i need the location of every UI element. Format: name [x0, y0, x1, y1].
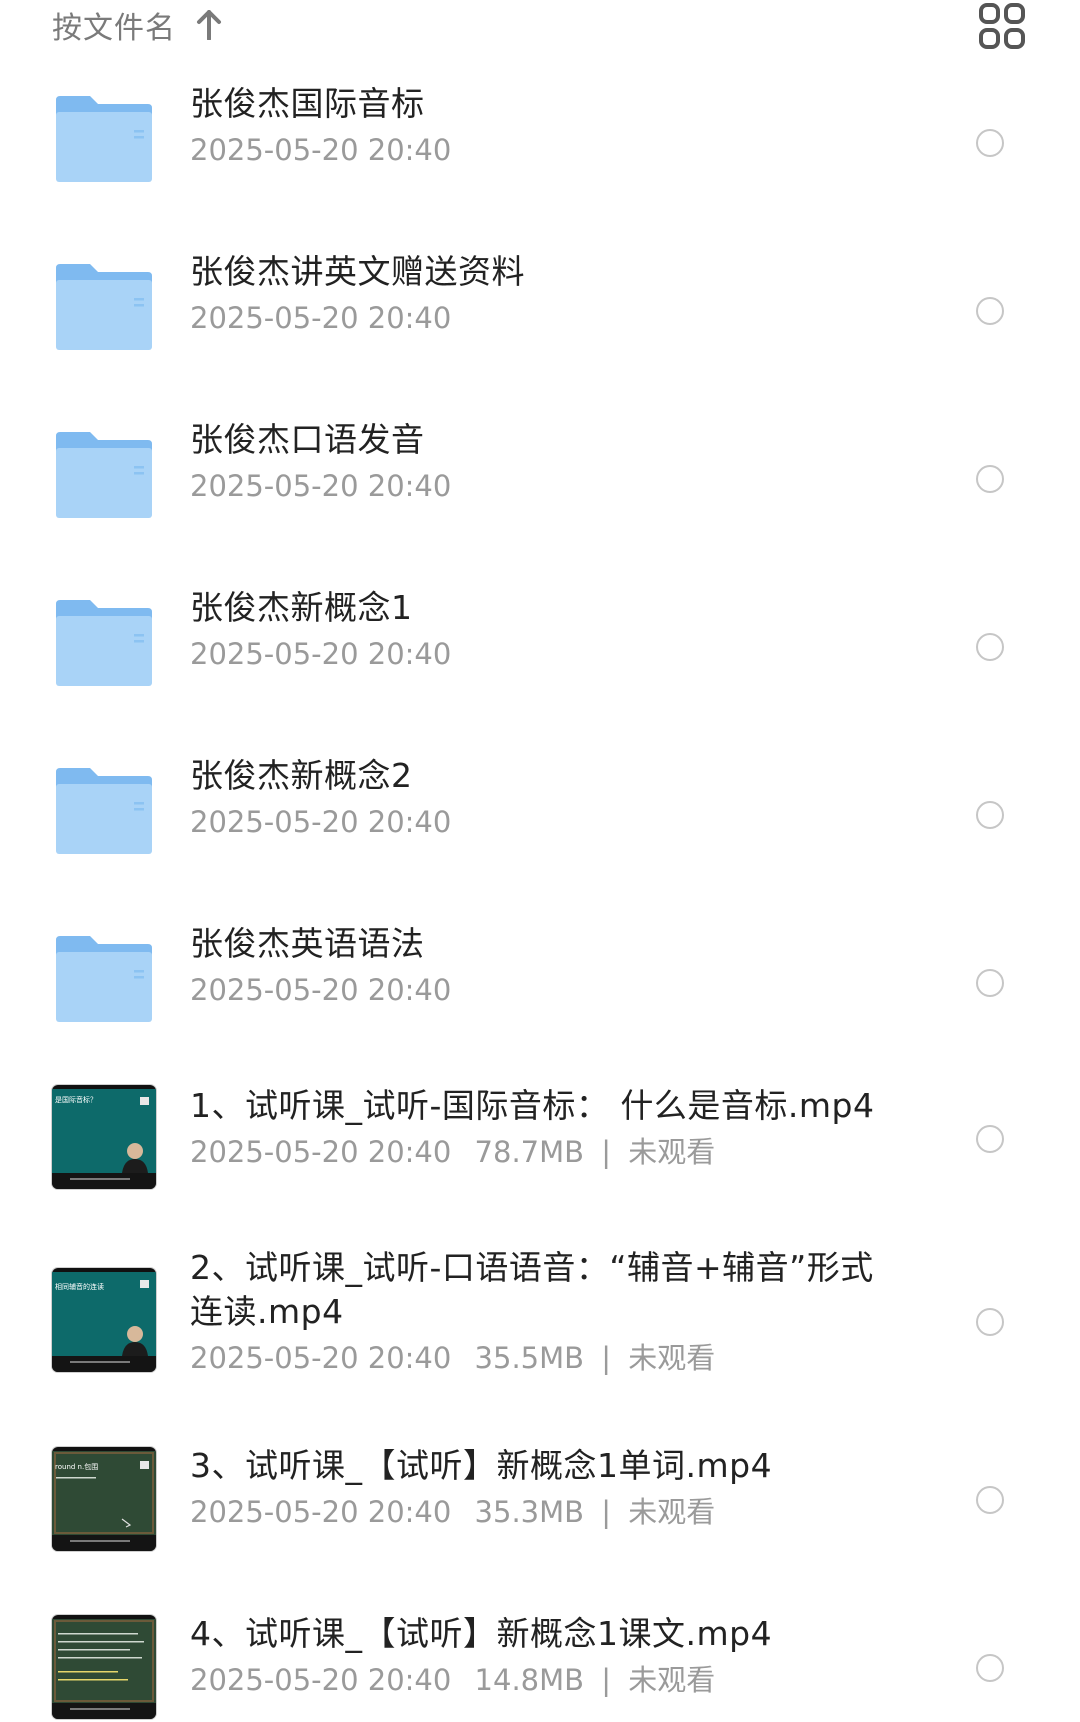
item-date: 2025-05-20 20:40 — [190, 637, 452, 671]
item-date: 2025-05-20 20:40 — [190, 469, 452, 503]
item-meta: 2025-05-20 20:40 35.3MB | 未观看 — [190, 1492, 890, 1532]
sort-by-name-button[interactable]: 按文件名 — [52, 2, 224, 48]
thumbnail-caption: round n.包围 — [55, 1463, 99, 1471]
select-checkbox[interactable] — [976, 465, 1004, 493]
item-text: 2、试听课_试听-口语语音：“辅音+辅音”形式连读.mp4 2025-05-20… — [190, 1246, 890, 1378]
video-thumbnail: 是国际音标？ — [52, 1085, 156, 1189]
thumbnail-caption: 是国际音标？ — [55, 1096, 97, 1104]
item-text: 张俊杰新概念1 2025-05-20 20:40 — [190, 586, 890, 674]
item-date: 2025-05-20 20:40 — [190, 1341, 452, 1375]
toolbar: 按文件名 — [0, 0, 1080, 60]
item-text: 张俊杰讲英文赠送资料 2025-05-20 20:40 — [190, 250, 890, 338]
item-name: 4、试听课_【试听】新概念1课文.mp4 — [190, 1614, 773, 1653]
item-name: 3、试听课_【试听】新概念1单词.mp4 — [190, 1446, 773, 1485]
item-name: 1、试听课_试听-国际音标： 什么是音标.mp4 — [190, 1086, 875, 1125]
select-checkbox[interactable] — [976, 1308, 1004, 1336]
meta-separator: | — [601, 1135, 612, 1169]
folder-icon — [52, 758, 156, 862]
item-text: 张俊杰国际音标 2025-05-20 20:40 — [190, 82, 890, 170]
item-size: 78.7MB — [474, 1135, 585, 1169]
item-name: 张俊杰英语语法 — [190, 924, 425, 963]
arrow-up-icon — [194, 8, 224, 42]
thumbnail-caption: 相同辅音的连读 — [55, 1283, 104, 1291]
item-name: 张俊杰口语发音 — [190, 420, 425, 459]
select-checkbox[interactable] — [976, 1125, 1004, 1153]
item-name: 张俊杰讲英文赠送资料 — [190, 252, 525, 291]
list-item-video[interactable]: round n.包围 3、试听课_【试听】新概念1单词.mp4 2025-05-… — [0, 1444, 1080, 1594]
select-checkbox[interactable] — [976, 1654, 1004, 1682]
watch-status: 未观看 — [628, 1135, 716, 1169]
select-checkbox[interactable] — [976, 633, 1004, 661]
meta-separator: | — [601, 1663, 612, 1697]
item-date: 2025-05-20 20:40 — [190, 133, 452, 167]
item-size: 35.5MB — [474, 1341, 585, 1375]
folder-icon — [52, 590, 156, 694]
item-text: 张俊杰新概念2 2025-05-20 20:40 — [190, 754, 890, 842]
list-item-folder[interactable]: 张俊杰口语发音 2025-05-20 20:40 — [0, 406, 1080, 556]
item-meta: 2025-05-20 20:40 14.8MB | 未观看 — [190, 1660, 890, 1700]
list-item-folder[interactable]: 张俊杰国际音标 2025-05-20 20:40 — [0, 70, 1080, 220]
select-checkbox[interactable] — [976, 129, 1004, 157]
watch-status: 未观看 — [628, 1663, 716, 1697]
folder-icon — [52, 86, 156, 190]
select-checkbox[interactable] — [976, 1486, 1004, 1514]
list-item-folder[interactable]: 张俊杰英语语法 2025-05-20 20:40 — [0, 910, 1080, 1060]
item-name: 2、试听课_试听-口语语音：“辅音+辅音”形式连读.mp4 — [190, 1248, 874, 1331]
video-thumbnail: 相同辅音的连读 — [52, 1268, 156, 1372]
select-checkbox[interactable] — [976, 297, 1004, 325]
list-item-video[interactable]: 相同辅音的连读 2、试听课_试听-口语语音：“辅音+辅音”形式连读.mp4 20… — [0, 1246, 1080, 1426]
meta-separator: | — [601, 1495, 612, 1529]
item-size: 35.3MB — [474, 1495, 585, 1529]
folder-icon — [52, 926, 156, 1030]
folder-icon — [52, 254, 156, 358]
item-date: 2025-05-20 20:40 — [190, 301, 452, 335]
item-date: 2025-05-20 20:40 — [190, 973, 452, 1007]
select-checkbox[interactable] — [976, 801, 1004, 829]
item-date: 2025-05-20 20:40 — [190, 1495, 452, 1529]
list-item-folder[interactable]: 张俊杰新概念1 2025-05-20 20:40 — [0, 574, 1080, 724]
item-name: 张俊杰国际音标 — [190, 84, 425, 123]
item-text: 1、试听课_试听-国际音标： 什么是音标.mp4 2025-05-20 20:4… — [190, 1084, 890, 1172]
item-text: 4、试听课_【试听】新概念1课文.mp4 2025-05-20 20:40 14… — [190, 1612, 890, 1700]
item-date: 2025-05-20 20:40 — [190, 1135, 452, 1169]
video-thumbnail — [52, 1615, 156, 1719]
item-meta: 2025-05-20 20:40 78.7MB | 未观看 — [190, 1132, 890, 1172]
item-text: 3、试听课_【试听】新概念1单词.mp4 2025-05-20 20:40 35… — [190, 1444, 890, 1532]
list-item-folder[interactable]: 张俊杰新概念2 2025-05-20 20:40 — [0, 742, 1080, 892]
item-meta: 2025-05-20 20:40 35.5MB | 未观看 — [190, 1338, 890, 1378]
grid-view-icon[interactable] — [978, 2, 1026, 50]
item-text: 张俊杰口语发音 2025-05-20 20:40 — [190, 418, 890, 506]
item-text: 张俊杰英语语法 2025-05-20 20:40 — [190, 922, 890, 1010]
item-size: 14.8MB — [474, 1663, 585, 1697]
list-item-video[interactable]: 是国际音标？ 1、试听课_试听-国际音标： 什么是音标.mp4 2025-05-… — [0, 1078, 1080, 1228]
folder-icon — [52, 422, 156, 526]
list-item-folder[interactable]: 张俊杰讲英文赠送资料 2025-05-20 20:40 — [0, 238, 1080, 388]
meta-separator: | — [601, 1341, 612, 1375]
sort-label: 按文件名 — [52, 11, 176, 46]
watch-status: 未观看 — [628, 1341, 716, 1375]
select-checkbox[interactable] — [976, 969, 1004, 997]
item-name: 张俊杰新概念1 — [190, 588, 413, 627]
video-thumbnail: round n.包围 — [52, 1447, 156, 1551]
item-date: 2025-05-20 20:40 — [190, 1663, 452, 1697]
watch-status: 未观看 — [628, 1495, 716, 1529]
list-item-video[interactable]: 4、试听课_【试听】新概念1课文.mp4 2025-05-20 20:40 14… — [0, 1612, 1080, 1722]
item-date: 2025-05-20 20:40 — [190, 805, 452, 839]
item-name: 张俊杰新概念2 — [190, 756, 413, 795]
